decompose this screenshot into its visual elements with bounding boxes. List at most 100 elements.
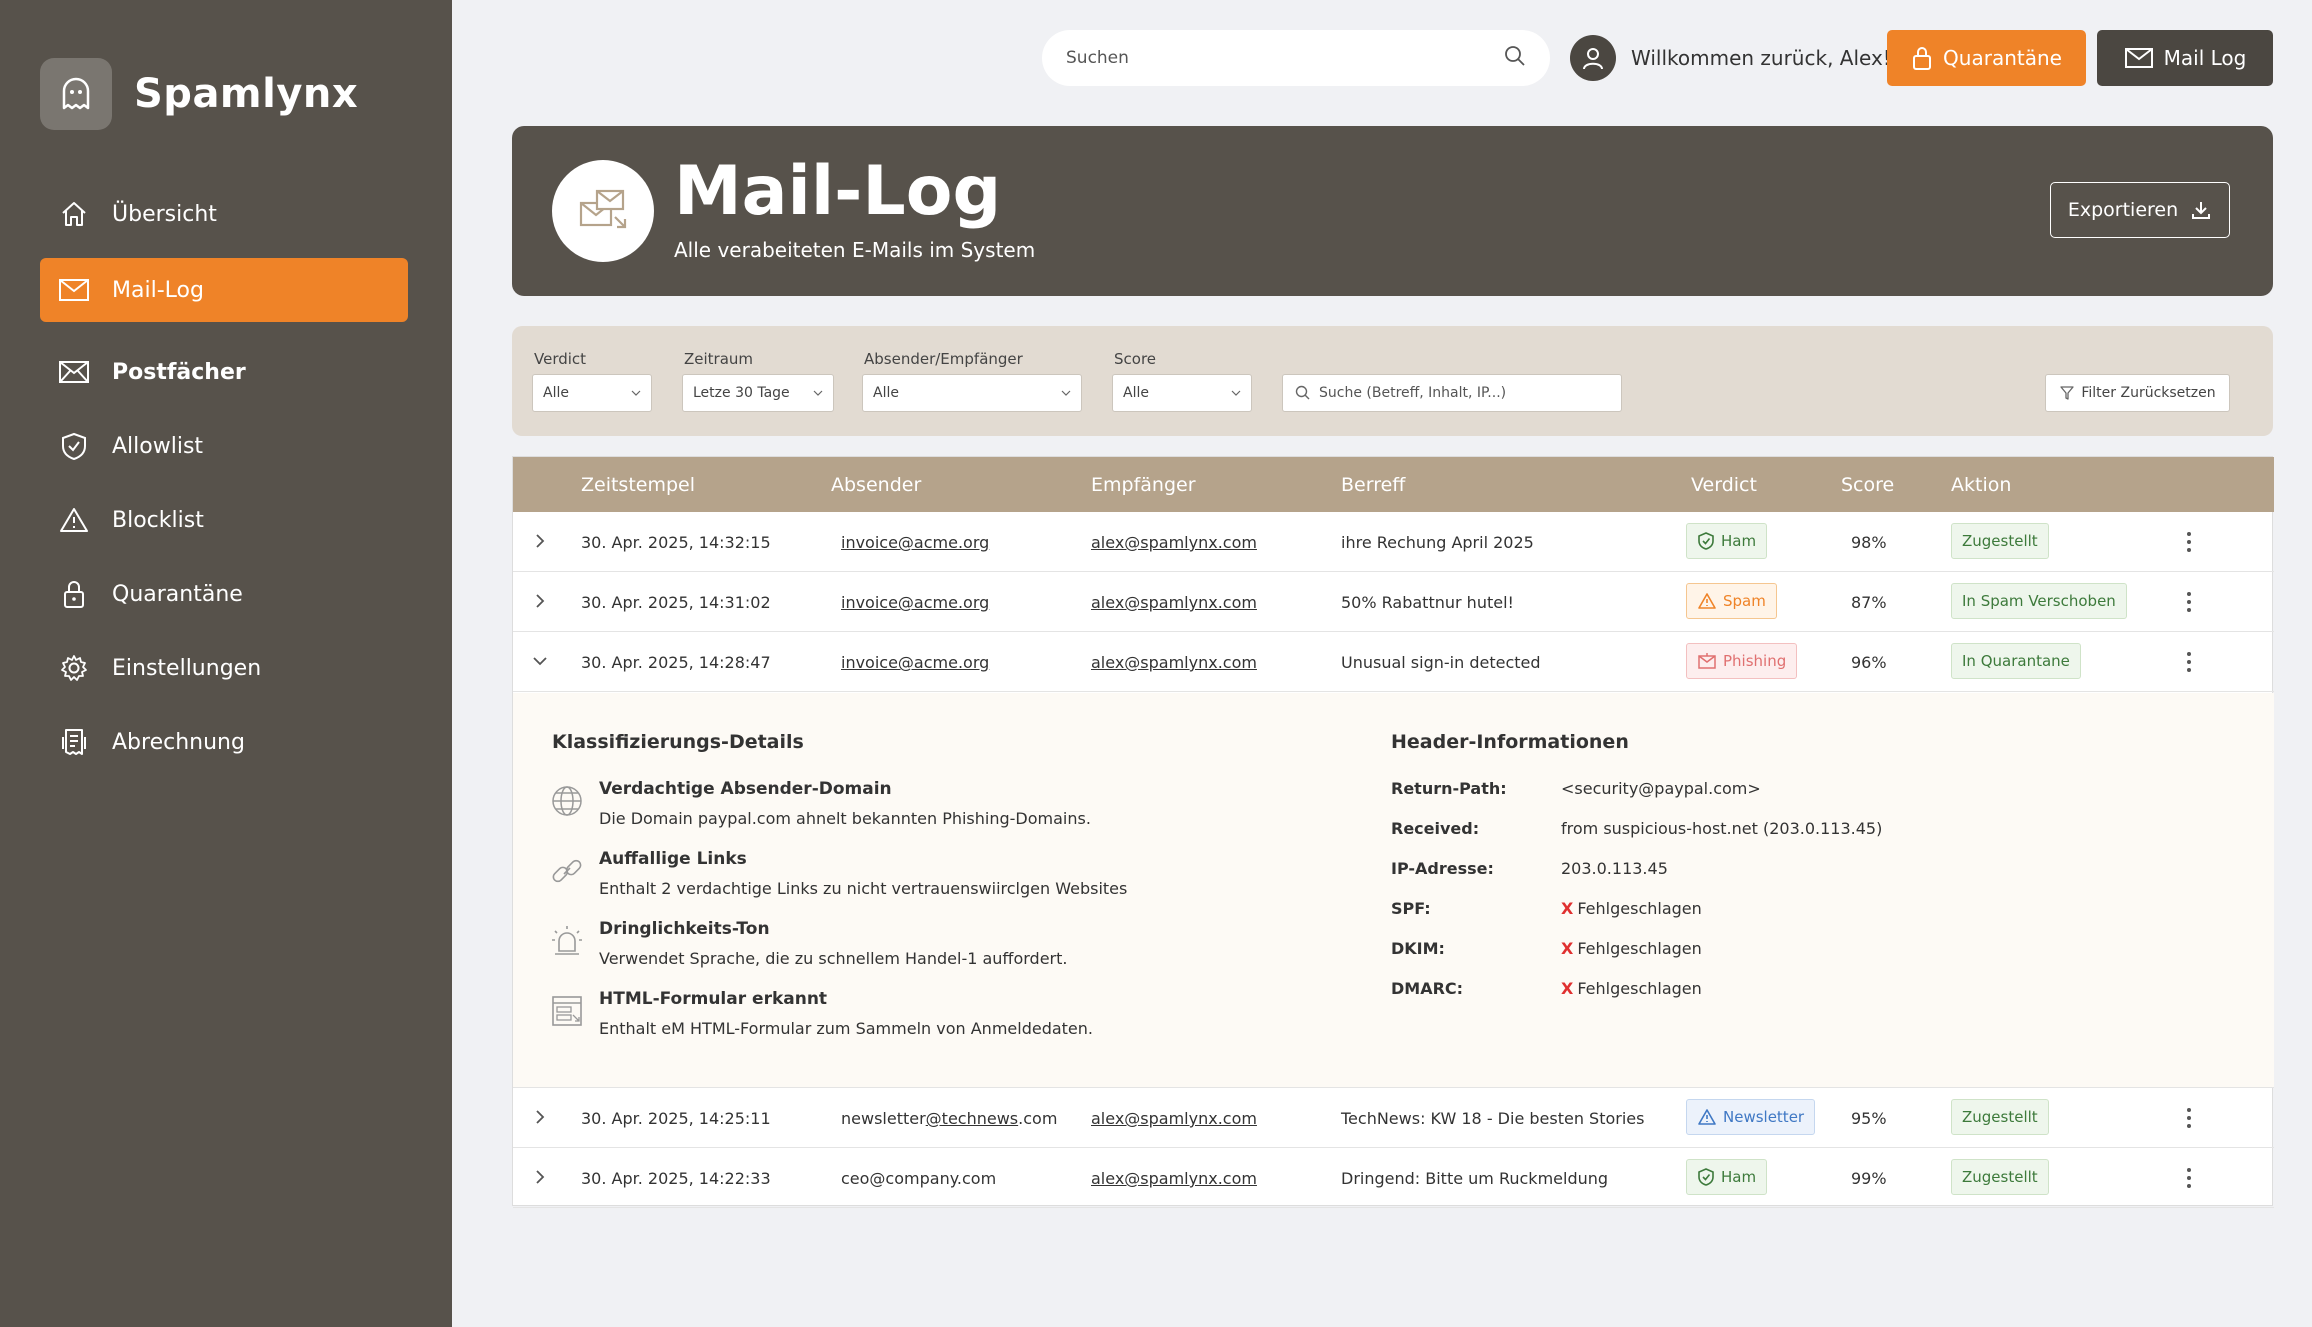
filter-absender-label: Absender/Empfänger — [864, 350, 1023, 368]
sidebar-item-uebersicht[interactable]: Übersicht — [40, 182, 408, 246]
filter-zeitraum-select[interactable]: Letze 30 Tage — [682, 374, 834, 412]
score-cell: 96% — [1851, 653, 1887, 672]
mailbox-icon — [58, 356, 90, 388]
chevron-down-icon — [1061, 390, 1071, 396]
classification-item: Dringlichkeits-Ton Verwendet Sprache, di… — [549, 919, 1349, 979]
header-value: from suspicious-host.net (203.0.113.45) — [1561, 819, 1883, 838]
column-header[interactable]: Absender — [831, 474, 921, 496]
filter-zeitraum-label: Zeitraum — [684, 350, 754, 368]
column-header[interactable]: Verdict — [1691, 474, 1757, 496]
verdict-badge: Ham — [1686, 1159, 1768, 1195]
column-header[interactable]: Berreff — [1341, 474, 1405, 496]
more-options-icon[interactable] — [2185, 590, 2193, 614]
filter-zeitraum-value: Letze 30 Tage — [693, 385, 790, 401]
table-row[interactable]: 30. Apr. 2025, 14:22:33 ceo@company.com … — [513, 1148, 2274, 1208]
user-avatar[interactable] — [1570, 35, 1616, 81]
more-options-icon[interactable] — [2185, 650, 2193, 674]
header-key: Return-Path: — [1391, 779, 1507, 798]
header-key: DMARC: — [1391, 979, 1464, 998]
more-options-icon[interactable] — [2185, 1166, 2193, 1190]
search-input[interactable]: Suchen — [1042, 30, 1550, 86]
warning-icon — [1698, 593, 1716, 609]
mail-log-table: Zeitstempel Absender Empfänger Berreff V… — [512, 456, 2274, 1208]
filter-reset-button[interactable]: Filter Zurücksetzen — [2045, 374, 2230, 412]
filter-bar: Verdict Alle Zeitraum Letze 30 Tage Abse… — [512, 326, 2273, 436]
more-options-icon[interactable] — [2185, 1106, 2193, 1130]
phishing-mail-icon — [1698, 653, 1716, 669]
sidebar-item-einstellungen[interactable]: Einstellungen — [40, 636, 408, 700]
detail-panel: Klassifizierungs-Details Verdachtige Abs… — [513, 693, 2274, 1088]
more-options-icon[interactable] — [2185, 530, 2193, 554]
verdict-badge: Spam — [1686, 583, 1777, 619]
info-warning-icon — [1698, 1109, 1716, 1125]
recipient-link[interactable]: alex@spamlynx.com — [1091, 1169, 1257, 1188]
export-button[interactable]: Exportieren — [2050, 182, 2230, 238]
sidebar-item-label: Quarantäne — [112, 581, 243, 607]
table-row-expanded[interactable]: 30. Apr. 2025, 14:28:47 invoice@acme.org… — [513, 632, 2274, 692]
header-key: DKIM: — [1391, 939, 1445, 958]
app-logo[interactable]: Spamlynx — [40, 58, 358, 130]
header-info-title: Header-Informationen — [1391, 731, 1629, 753]
filter-verdict-value: Alle — [543, 385, 569, 401]
sidebar-item-postfaecher[interactable]: Postfächer — [40, 340, 408, 404]
sidebar-item-allowlist[interactable]: Allowlist — [40, 414, 408, 478]
recipient-link[interactable]: alex@spamlynx.com — [1091, 1109, 1257, 1128]
fail-mark: X — [1561, 979, 1574, 998]
table-row[interactable]: 30. Apr. 2025, 14:31:02 invoice@acme.org… — [513, 572, 2274, 632]
recipient-link[interactable]: alex@spamlynx.com — [1091, 533, 1257, 552]
chevron-right-icon[interactable] — [529, 1106, 551, 1128]
sidebar-item-blocklist[interactable]: Blocklist — [40, 488, 408, 552]
chevron-right-icon[interactable] — [529, 590, 551, 612]
shield-icon — [58, 430, 90, 462]
sidebar-item-mail-log[interactable]: Mail-Log — [40, 258, 408, 322]
table-row[interactable]: 30. Apr. 2025, 14:25:11 newsletter@techn… — [513, 1088, 2274, 1148]
column-header[interactable]: Score — [1841, 474, 1894, 496]
action-badge: In Quarantane — [1951, 643, 2081, 679]
ghost-logo-icon — [40, 58, 112, 130]
welcome-text: Willkommen zurück, Alex! — [1631, 46, 1891, 70]
chevron-down-icon — [813, 390, 823, 396]
filter-verdict-select[interactable]: Alle — [532, 374, 652, 412]
chevron-right-icon[interactable] — [529, 1166, 551, 1188]
recipient-link[interactable]: alex@spamlynx.com — [1091, 593, 1257, 612]
filter-score-value: Alle — [1123, 385, 1149, 401]
sender-domain-link[interactable]: @technews — [926, 1109, 1018, 1128]
sidebar-item-quarantaene[interactable]: Quarantäne — [40, 562, 408, 626]
filter-search-input[interactable]: Suche (Betreff, Inhalt, IP...) — [1282, 374, 1622, 412]
chevron-right-icon[interactable] — [529, 530, 551, 552]
classification-item-text: Enthalt 2 verdachtige Links zu nicht ver… — [599, 879, 1128, 898]
mail-log-button[interactable]: Mail Log — [2097, 30, 2273, 86]
timestamp-cell: 30. Apr. 2025, 14:31:02 — [581, 593, 771, 612]
subject-cell: TechNews: KW 18 - Die besten Stories — [1341, 1109, 1645, 1128]
filter-score-select[interactable]: Alle — [1112, 374, 1252, 412]
filter-absender-select[interactable]: Alle — [862, 374, 1082, 412]
form-icon — [552, 996, 582, 1026]
chevron-down-icon[interactable] — [529, 650, 551, 672]
sender-link[interactable]: invoice@acme.org — [841, 653, 989, 672]
column-header[interactable]: Aktion — [1951, 474, 2011, 496]
search-icon[interactable] — [1504, 45, 1526, 71]
timestamp-cell: 30. Apr. 2025, 14:22:33 — [581, 1169, 771, 1188]
table-row[interactable]: 30. Apr. 2025, 14:32:15 invoice@acme.org… — [513, 512, 2274, 572]
filter-icon — [2060, 386, 2075, 400]
shield-check-icon — [1698, 1168, 1714, 1186]
verdict-label: Ham — [1721, 532, 1757, 550]
sender-link[interactable]: invoice@acme.org — [841, 593, 989, 612]
sidebar-item-label: Mail-Log — [112, 277, 204, 303]
quarantine-button[interactable]: Quarantäne — [1887, 30, 2086, 86]
page-subtitle: Alle verabeiteten E-Mails im System — [674, 238, 1036, 262]
verdict-badge: Phishing — [1686, 643, 1798, 679]
export-button-label: Exportieren — [2067, 199, 2179, 221]
sidebar-item-abrechnung[interactable]: Abrechnung — [40, 710, 408, 774]
chevron-down-icon — [1231, 390, 1241, 396]
sender-cell: ceo@company.com — [841, 1169, 997, 1188]
sender-link[interactable]: invoice@acme.org — [841, 533, 989, 552]
alarm-icon — [552, 926, 582, 955]
sender-cell: newsletter@technews.com — [841, 1109, 1057, 1128]
header-value-text: Fehlgeschlagen — [1577, 939, 1702, 958]
table-header: Zeitstempel Absender Empfänger Berreff V… — [513, 457, 2274, 512]
column-header[interactable]: Zeitstempel — [581, 474, 695, 496]
column-header[interactable]: Empfänger — [1091, 474, 1196, 496]
recipient-link[interactable]: alex@spamlynx.com — [1091, 653, 1257, 672]
receipt-icon — [58, 726, 90, 758]
